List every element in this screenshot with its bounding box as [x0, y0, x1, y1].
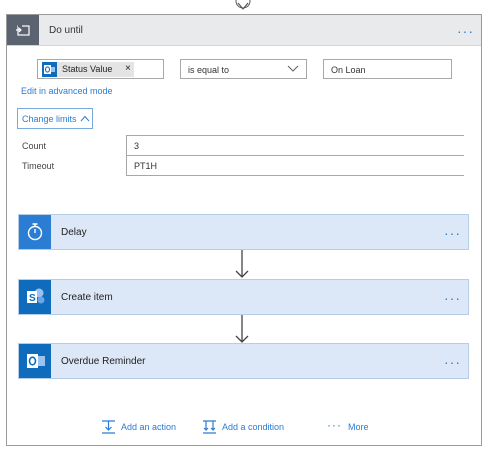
add-condition-label: Add a condition [222, 422, 285, 432]
condition-left-operand[interactable]: Status Value × [37, 59, 164, 79]
timeout-value: PT1H [134, 161, 158, 171]
sharepoint-icon: S [19, 280, 51, 314]
more-button[interactable]: ··· More [327, 418, 377, 434]
condition-operator-value: is equal to [188, 65, 230, 75]
dynamic-content-token[interactable]: Status Value × [42, 62, 134, 77]
count-value: 3 [134, 141, 140, 151]
count-label: Count [22, 141, 47, 151]
do-until-card: Do until ··· Status Value × is equal to … [6, 14, 482, 446]
connector-arrow-icon [235, 250, 249, 278]
incoming-connector [235, 0, 251, 14]
timer-icon [19, 215, 51, 249]
token-label: Status Value [62, 64, 113, 74]
do-until-header[interactable]: Do until ··· [7, 15, 481, 46]
loop-icon [7, 15, 39, 45]
svg-text:S: S [29, 293, 36, 304]
more-dots-icon: ··· [327, 418, 342, 432]
add-condition-icon [203, 420, 216, 434]
outlook-icon [19, 344, 51, 378]
change-limits-button[interactable]: Change limits [17, 108, 93, 129]
overdue-reminder-more-menu[interactable]: ··· [444, 355, 461, 369]
condition-value-input[interactable]: On Loan [323, 59, 452, 79]
add-condition-button[interactable]: Add a condition [202, 420, 292, 434]
change-limits-label: Change limits [22, 114, 77, 124]
more-label: More [348, 422, 369, 432]
chevron-down-icon [287, 65, 299, 72]
add-action-label: Add an action [121, 422, 177, 432]
token-remove-icon[interactable]: × [125, 63, 131, 74]
action-card-create-item[interactable]: S Create item ··· [18, 279, 469, 315]
create-item-more-menu[interactable]: ··· [444, 291, 461, 305]
delay-more-menu[interactable]: ··· [444, 226, 461, 240]
outlook-token-icon [42, 62, 57, 77]
condition-value-text: On Loan [331, 65, 366, 75]
down-arrow-icon [235, 0, 251, 10]
action-card-overdue-reminder[interactable]: Overdue Reminder ··· [18, 343, 469, 379]
action-label-delay: Delay [61, 227, 87, 238]
action-label-create-item: Create item [61, 292, 113, 303]
edit-advanced-mode-link[interactable]: Edit in advanced mode [21, 86, 113, 96]
chevron-up-icon [80, 115, 90, 122]
timeout-label: Timeout [22, 161, 55, 171]
condition-operator-select[interactable]: is equal to [180, 59, 307, 79]
add-action-icon [102, 420, 115, 434]
connector-arrow-icon [235, 315, 249, 343]
do-until-title: Do until [49, 25, 83, 36]
do-until-more-menu[interactable]: ··· [457, 24, 474, 38]
add-action-button[interactable]: Add an action [101, 420, 181, 434]
action-label-overdue-reminder: Overdue Reminder [61, 356, 146, 367]
action-card-delay[interactable]: Delay ··· [18, 214, 469, 250]
count-input[interactable]: 3 [126, 135, 464, 156]
timeout-input[interactable]: PT1H [126, 155, 464, 176]
